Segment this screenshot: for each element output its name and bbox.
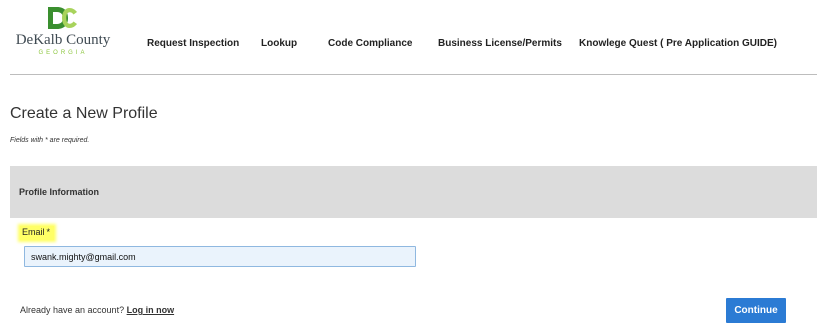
- nav-business-license-permits[interactable]: Business License/Permits: [438, 38, 562, 49]
- section-title: Profile Information: [19, 187, 100, 197]
- brand-name: DeKalb County: [15, 32, 111, 48]
- page-title: Create a New Profile: [10, 105, 158, 122]
- profile-information-section-header: Profile Information: [10, 166, 817, 218]
- email-label: Email *: [20, 226, 55, 240]
- log-in-now-link[interactable]: Log in now: [127, 305, 175, 315]
- header: DeKalb County GEORGIA Request Inspection…: [0, 0, 817, 75]
- account-prompt-text: Already have an account?: [20, 305, 125, 315]
- brand-state: GEORGIA: [38, 50, 88, 56]
- email-label-text: Email: [22, 227, 45, 237]
- required-marker: *: [46, 227, 51, 237]
- dc-logo-icon: [48, 7, 77, 29]
- nav-lookup[interactable]: Lookup: [261, 38, 297, 49]
- header-divider: [10, 74, 817, 75]
- login-prompt: Already have an account? Log in now: [20, 305, 174, 315]
- page: DeKalb County GEORGIA Request Inspection…: [0, 0, 817, 336]
- dekalb-county-logo[interactable]: DeKalb County GEORGIA: [8, 6, 118, 64]
- required-fields-note: Fields with * are required.: [10, 137, 90, 144]
- continue-button[interactable]: Continue: [726, 298, 786, 323]
- nav-code-compliance[interactable]: Code Compliance: [328, 38, 412, 49]
- email-input[interactable]: [24, 246, 416, 267]
- nav-knowledge-quest[interactable]: Knowlege Quest ( Pre Application GUIDE): [579, 38, 777, 49]
- nav-request-inspection[interactable]: Request Inspection: [147, 38, 239, 49]
